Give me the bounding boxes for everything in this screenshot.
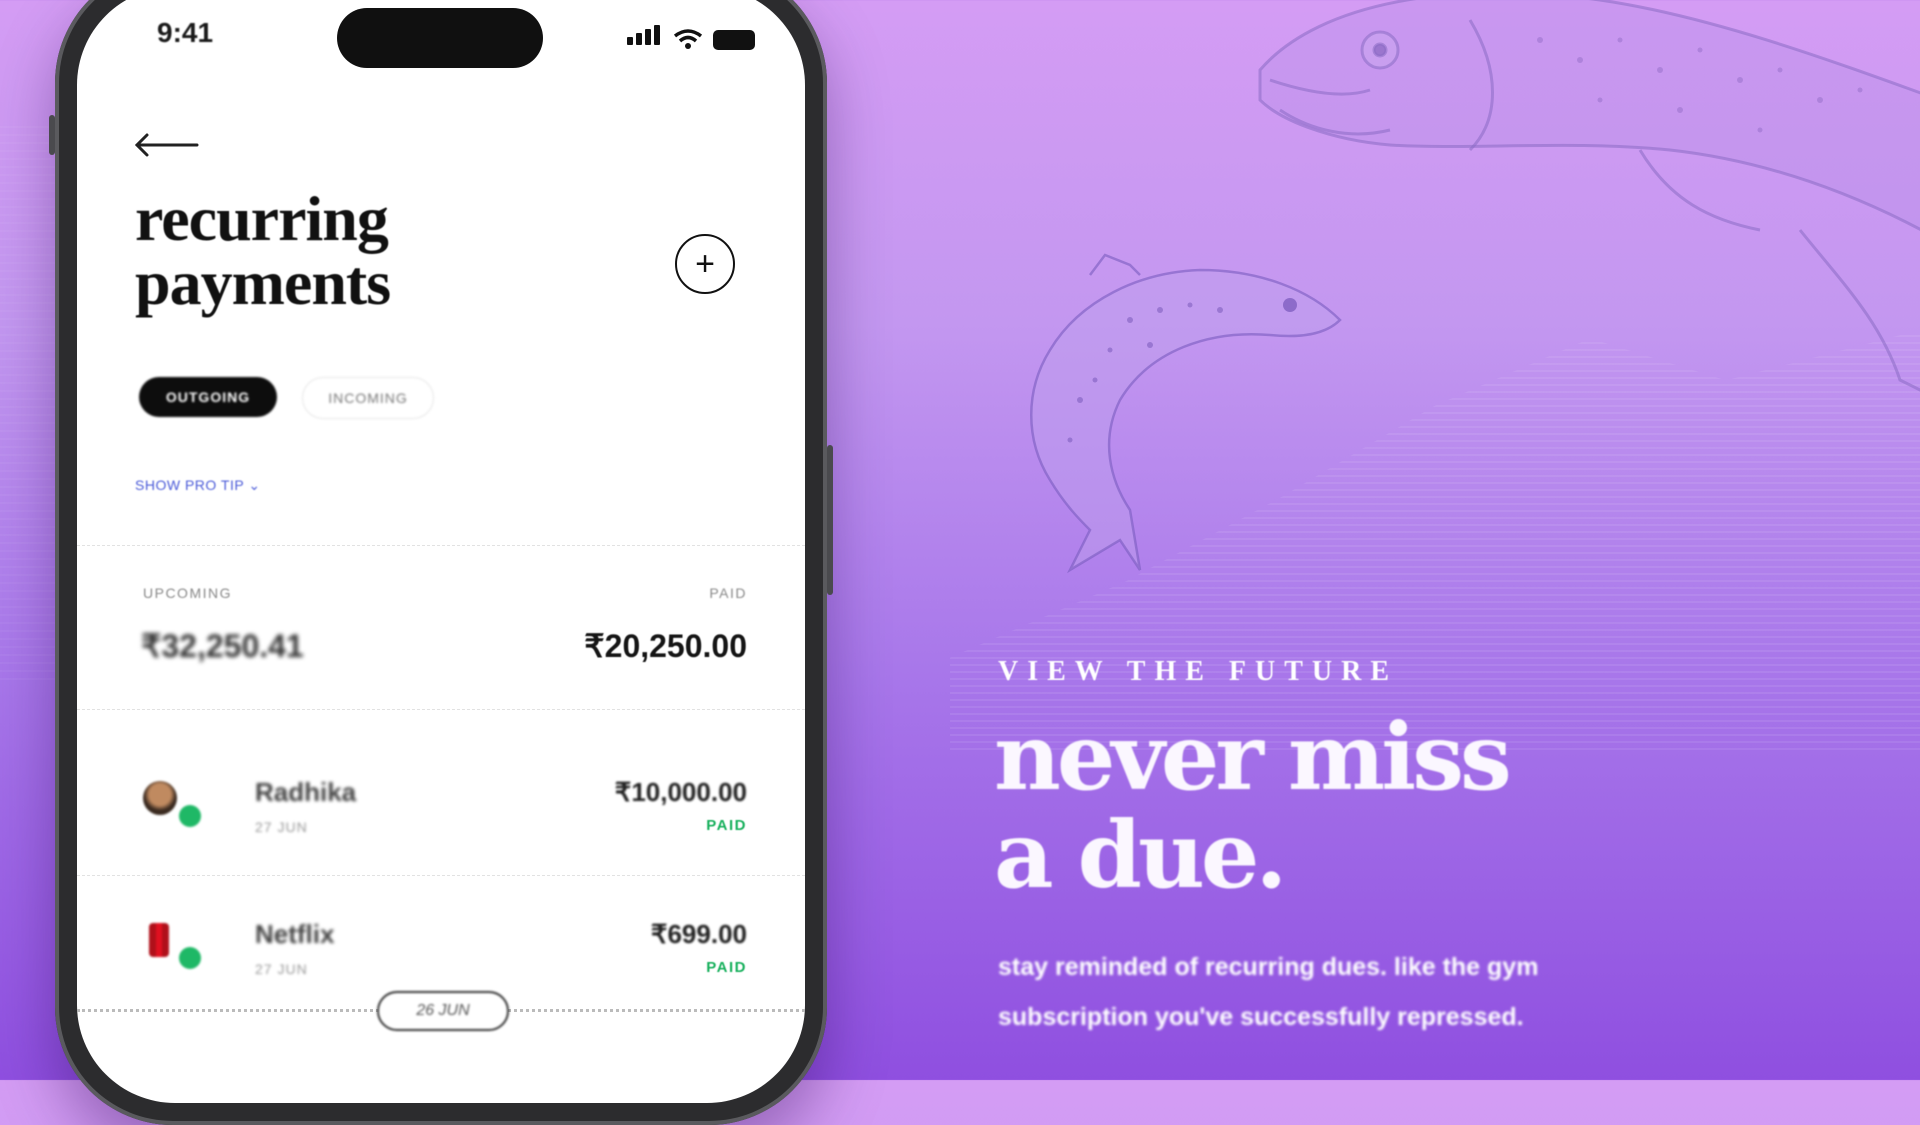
payment-amount: ₹10,000.00 [614,777,747,807]
phone-screen: 9:41 recurring payments + OUTGOING INCOM… [77,0,805,1103]
payee-name: Netflix [255,919,335,949]
status-icons [627,25,755,50]
payment-amount: ₹699.00 [650,919,747,949]
payment-date: 27 JUN [255,961,308,977]
show-pro-tip-label: SHOW PRO TIP [135,477,244,493]
body-copy-line: stay reminded of recurring dues. like th… [998,953,1539,981]
show-pro-tip-link[interactable]: SHOW PRO TIP ⌄ [135,477,261,494]
tab-outgoing[interactable]: OUTGOING [139,377,277,417]
payment-date: 27 JUN [255,819,308,835]
page-title-line: recurring [135,183,389,254]
add-payment-button[interactable]: + [675,234,735,294]
check-icon [179,947,201,969]
body-copy-line: subscription you've successfully repress… [998,1003,1524,1031]
tab-incoming[interactable]: INCOMING [302,377,434,419]
back-arrow-icon[interactable] [133,132,199,158]
check-icon [179,805,201,827]
page-title-line: payments [135,247,391,318]
headline: never miss a due. [994,703,1512,909]
eyebrow-heading: VIEW THE FUTURE [998,656,1399,687]
headline-line: a due. [994,801,1287,909]
dynamic-island [337,8,543,68]
timeline-date-pill[interactable]: 26 JUN [377,991,509,1031]
divider [77,875,805,876]
plus-icon: + [695,245,715,283]
payment-row[interactable]: Radhika 27 JUN ₹10,000.00 PAID [77,747,805,877]
upcoming-label: UPCOMING [143,585,232,601]
divider [77,545,805,546]
avatar [143,781,177,815]
chevron-down-icon: ⌄ [248,477,261,493]
signal-icon [627,25,663,50]
body-copy: stay reminded of recurring dues. like th… [998,942,1698,1042]
status-time: 9:41 [157,17,214,48]
battery-icon [713,30,755,50]
phone-mockup: 9:41 recurring payments + OUTGOING INCOM… [49,0,833,1125]
upcoming-amount: ₹32,250.41 [141,628,304,664]
phone-side-button [827,445,833,595]
status-badge: PAID [706,959,747,976]
divider [77,709,805,710]
netflix-logo-icon [149,923,169,957]
phone-side-button [49,115,55,155]
small-fish-illustration [1030,253,1342,574]
wifi-icon [673,29,703,49]
paid-amount: ₹20,250.00 [584,628,747,664]
status-badge: PAID [706,817,747,834]
paid-label: PAID [709,585,747,601]
payee-name: Radhika [255,777,357,807]
page-title: recurring payments [135,183,391,318]
headline-line: never miss [994,703,1512,811]
